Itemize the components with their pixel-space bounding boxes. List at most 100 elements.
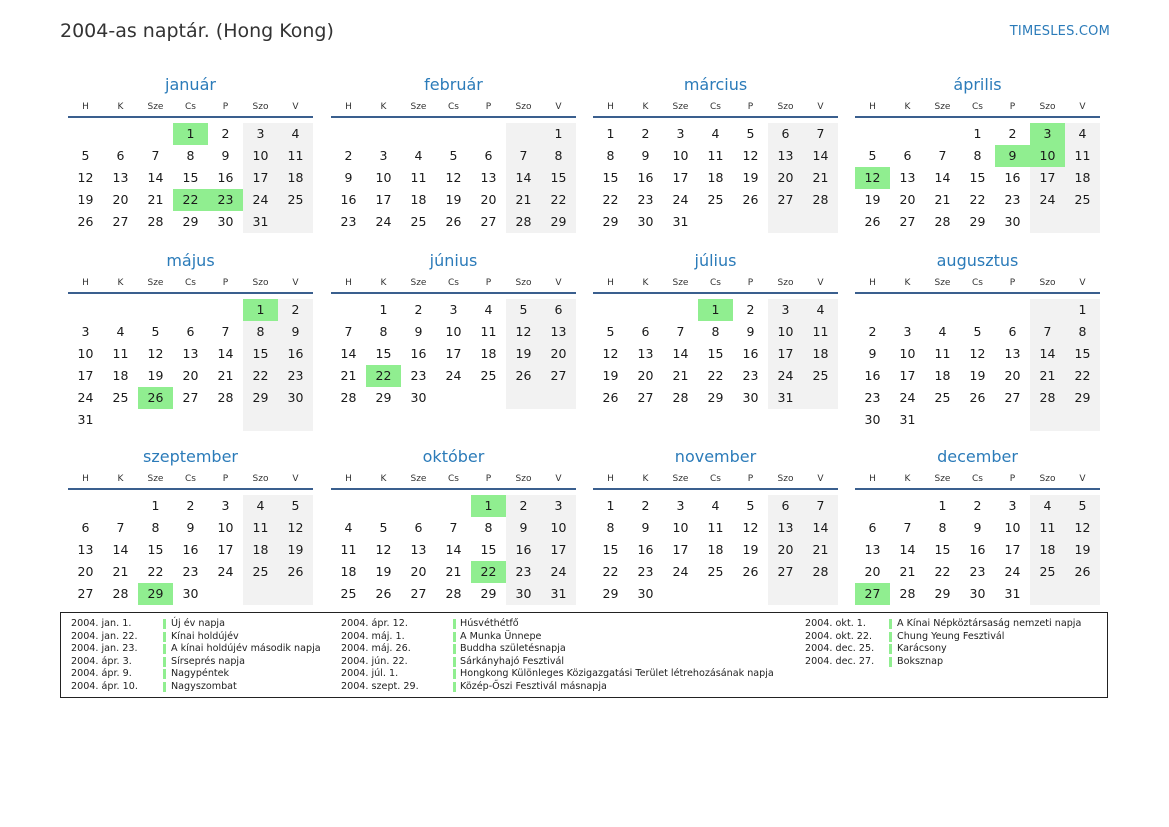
day-cell: 19 xyxy=(864,192,881,207)
day-grid: 1 2 3 4 5 6 7 8 9 10 11 12 13 14 15 16 17 18 19 20 21 22 23 24 2… xyxy=(593,495,838,605)
day-cell: 13 xyxy=(112,170,129,185)
day-cell: 12 xyxy=(742,148,759,163)
day-cell: 11 xyxy=(278,145,313,167)
empty-cell xyxy=(103,495,138,517)
day-grid: 1 2 3 4 5 6 7 8 9 10 11 12 13 14 15 16 17 18 19 20 21 22 23 24 2… xyxy=(855,299,1100,431)
weekday-label: H xyxy=(345,102,352,112)
day-cell: 14 xyxy=(803,145,838,167)
day-cell: 30 xyxy=(182,586,199,601)
day-cell: 24 xyxy=(1004,564,1021,579)
weekday-header: H K Sze Cs P Szo V xyxy=(331,276,576,294)
empty-cell xyxy=(401,123,436,145)
day-cell: 15 xyxy=(243,343,278,365)
day-cell: 14 xyxy=(1030,343,1065,365)
weekday-label: P xyxy=(222,278,229,288)
weekday-label: Sze xyxy=(934,278,951,288)
day-cell: 29 xyxy=(1065,387,1100,409)
day-cell: 12 xyxy=(278,517,313,539)
day-cell: 19 xyxy=(77,192,94,207)
legend-marker xyxy=(889,619,892,629)
day-cell: 25 xyxy=(243,561,278,583)
month-name: január xyxy=(165,75,216,94)
legend-holiday-name: Boksznap xyxy=(897,655,944,667)
day-cell: 15 xyxy=(602,170,619,185)
day-cell: 1 xyxy=(606,498,615,513)
empty-cell xyxy=(698,583,733,605)
day-cell: 6 xyxy=(1008,324,1017,339)
holiday-day-cell: 1 xyxy=(173,123,208,145)
day-cell: 4 xyxy=(344,520,353,535)
day-cell: 28 xyxy=(672,390,689,405)
day-cell: 10 xyxy=(672,148,689,163)
weekday-label: K xyxy=(642,278,649,288)
holiday-day-cell: 23 xyxy=(208,189,243,211)
day-cell: 10 xyxy=(768,321,803,343)
day-cell: 18 xyxy=(112,368,129,383)
day-cell: 17 xyxy=(1004,542,1021,557)
day-cell: 24 xyxy=(77,390,94,405)
legend-date: 2004. jan. 22. xyxy=(71,630,138,642)
day-cell: 17 xyxy=(375,192,392,207)
day-cell: 22 xyxy=(243,365,278,387)
day-cell: 10 xyxy=(217,520,234,535)
weekday-label: K xyxy=(117,278,124,288)
day-cell: 2 xyxy=(641,126,650,141)
day-cell: 6 xyxy=(541,299,576,321)
month-name: június xyxy=(429,251,478,270)
empty-cell xyxy=(103,409,138,431)
day-cell: 3 xyxy=(676,498,685,513)
holiday-day-cell: 1 xyxy=(471,495,506,517)
day-cell: 6 xyxy=(81,520,90,535)
holiday-day-cell: 3 xyxy=(1030,123,1065,145)
day-cell: 4 xyxy=(278,123,313,145)
weekday-header: H K Sze Cs P Szo V xyxy=(331,100,576,118)
day-cell: 29 xyxy=(602,586,619,601)
legend-holiday-name: Nagypéntek xyxy=(171,668,230,679)
legend-holiday-name: Közép-Őszi Fesztivál másnapja xyxy=(460,680,607,692)
day-cell: 26 xyxy=(742,564,759,579)
day-cell: 24 xyxy=(899,390,916,405)
day-cell: 5 xyxy=(81,148,90,163)
day-cell: 17 xyxy=(899,368,916,383)
day-cell: 31 xyxy=(672,214,689,229)
day-cell: 13 xyxy=(899,170,916,185)
day-cell: 17 xyxy=(217,542,234,557)
day-cell: 25 xyxy=(340,586,357,601)
day-cell: 7 xyxy=(344,324,353,339)
empty-cell xyxy=(173,409,208,431)
empty-cell xyxy=(1030,583,1065,605)
day-cell: 9 xyxy=(221,148,230,163)
day-cell: 22 xyxy=(707,368,724,383)
weekday-label: V xyxy=(555,474,562,484)
day-cell: 5 xyxy=(506,299,541,321)
day-cell: 21 xyxy=(803,539,838,561)
weekday-label: H xyxy=(869,474,876,484)
day-cell: 13 xyxy=(768,517,803,539)
weekday-label: Szo xyxy=(515,278,532,288)
legend-date: 2004. dec. 25. xyxy=(805,643,875,654)
weekday-label: Sze xyxy=(934,474,951,484)
day-cell: 9 xyxy=(641,148,650,163)
weekday-label: H xyxy=(345,474,352,484)
weekday-label: H xyxy=(869,102,876,112)
empty-cell xyxy=(1030,299,1065,321)
day-cell: 12 xyxy=(969,346,986,361)
day-cell: 13 xyxy=(77,542,94,557)
day-grid: 1 2 3 4 5 6 7 8 9 10 11 12 13 14 15 16 17 18 19 20 21 22 23 24 2… xyxy=(68,495,313,605)
day-cell: 19 xyxy=(506,343,541,365)
weekday-label: Szo xyxy=(777,474,794,484)
day-cell: 23 xyxy=(340,214,357,229)
day-cell: 28 xyxy=(934,214,951,229)
day-cell: 11 xyxy=(803,321,838,343)
weekday-label: H xyxy=(345,278,352,288)
day-cell: 6 xyxy=(903,148,912,163)
empty-cell xyxy=(803,211,838,233)
weekday-label: V xyxy=(555,102,562,112)
day-cell: 21 xyxy=(1030,365,1065,387)
empty-cell xyxy=(803,583,838,605)
empty-cell xyxy=(366,495,401,517)
legend-holiday-name: A kínai holdújév második napja xyxy=(171,643,321,654)
holiday-day-cell: 10 xyxy=(1030,145,1065,167)
weekday-header: H K Sze Cs P Szo V xyxy=(593,276,838,294)
day-cell: 30 xyxy=(969,586,986,601)
